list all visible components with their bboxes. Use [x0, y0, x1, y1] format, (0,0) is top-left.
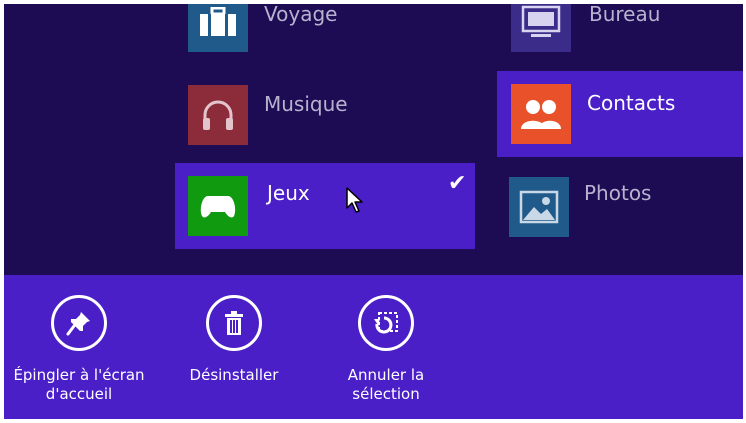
app-label-jeux: Jeux: [267, 181, 310, 205]
clear-selection-label-line2: sélection: [352, 385, 420, 403]
uninstall-label: Désinstaller: [189, 366, 279, 384]
desktop-icon: [511, 4, 571, 52]
uninstall-button[interactable]: Désinstaller: [174, 295, 294, 385]
selected-check-icon: ✔: [448, 171, 467, 196]
app-tile-bureau[interactable]: Bureau: [497, 4, 743, 56]
suitcase-icon: [188, 4, 248, 52]
clear-selection-label-line1: Annuler la: [347, 366, 425, 384]
app-tile-voyage[interactable]: Voyage: [174, 4, 474, 56]
clear-selection-button[interactable]: Annuler la sélection: [326, 295, 446, 404]
app-tile-jeux[interactable]: Jeux ✔: [175, 163, 475, 249]
app-label-bureau: Bureau: [589, 4, 661, 26]
app-tile-contacts[interactable]: Contacts: [497, 71, 743, 157]
pin-to-start-button[interactable]: Épingler à l'écran d'accueil: [4, 295, 154, 404]
app-bar: Épingler à l'écran d'accueil Désinstalle…: [4, 275, 743, 419]
app-label-contacts: Contacts: [587, 91, 676, 115]
gamepad-icon: [188, 176, 248, 236]
pin-to-start-label-line1: Épingler à l'écran: [13, 366, 145, 384]
app-label-photos: Photos: [584, 181, 652, 205]
trash-icon: [206, 295, 262, 351]
pin-to-start-label-line2: d'accueil: [45, 385, 113, 403]
app-label-musique: Musique: [264, 92, 348, 116]
mouse-cursor-icon: [346, 187, 363, 213]
app-tile-musique[interactable]: Musique: [174, 76, 474, 158]
people-icon: [511, 84, 571, 144]
headphones-icon: [188, 85, 248, 145]
photo-icon: [509, 177, 569, 237]
app-tile-photos[interactable]: Photos: [497, 163, 743, 249]
clear-selection-icon: [358, 295, 414, 351]
app-label-voyage: Voyage: [264, 4, 338, 26]
pin-icon: [51, 295, 107, 351]
start-screen-apps-view: Voyage Bureau Musique Contacts Jeux ✔ Ph…: [4, 4, 743, 419]
